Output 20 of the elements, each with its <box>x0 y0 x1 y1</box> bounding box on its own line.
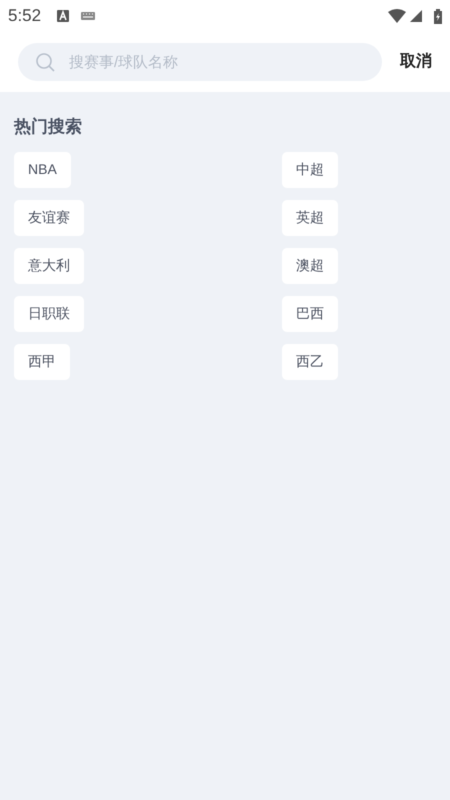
search-icon <box>35 52 55 72</box>
search-tag[interactable]: 意大利 <box>14 248 84 284</box>
search-tag[interactable]: 澳超 <box>282 248 338 284</box>
search-tag[interactable]: 西甲 <box>14 344 70 380</box>
keyboard-icon <box>81 12 96 20</box>
search-tag[interactable]: 日职联 <box>14 296 84 332</box>
cancel-button[interactable]: 取消 <box>400 50 432 74</box>
font-icon <box>57 10 70 22</box>
search-tag[interactable]: NBA <box>14 152 71 188</box>
search-tag[interactable]: 西乙 <box>282 344 338 380</box>
signal-icon <box>410 10 422 22</box>
search-tag[interactable]: 英超 <box>282 200 338 236</box>
status-time: 5:52 <box>8 5 42 28</box>
search-tag[interactable]: 巴西 <box>282 296 338 332</box>
wifi-icon <box>388 9 406 23</box>
search-field[interactable]: 搜赛事/球队名称 <box>18 43 382 81</box>
battery-icon <box>434 8 442 24</box>
section-title: 热门搜索 <box>14 116 83 138</box>
search-tag[interactable]: 中超 <box>282 152 338 188</box>
search-tag[interactable]: 友谊赛 <box>14 200 84 236</box>
